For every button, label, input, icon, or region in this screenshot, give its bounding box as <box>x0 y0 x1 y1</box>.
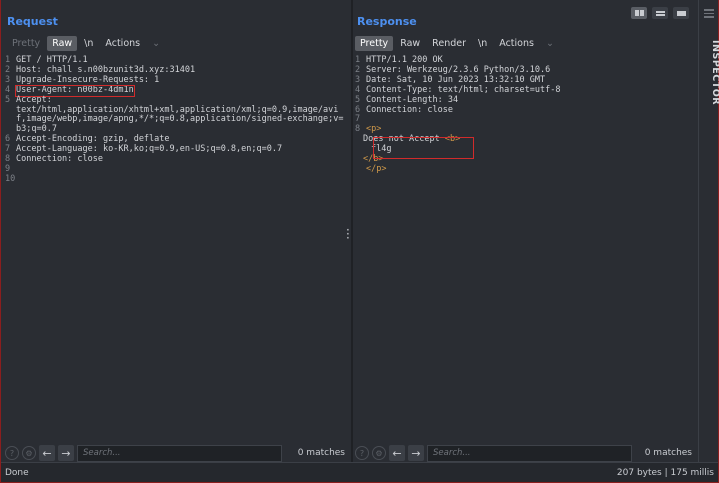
request-pane: Request Pretty Raw \n Actions ⌄ 1 GET / H… <box>1 0 351 462</box>
status-bar: Done 207 bytes | 175 millis <box>1 462 718 482</box>
line-number <box>5 106 16 136</box>
chevron-down-icon[interactable]: ⌄ <box>147 36 165 51</box>
settings-icon[interactable]: ⚙ <box>22 446 36 460</box>
inspector-label: INSPECTOR <box>710 40 719 106</box>
arrow-right-icon[interactable]: → <box>408 445 424 461</box>
layout-single-icon[interactable] <box>673 7 689 19</box>
code-line: 10 <box>5 173 345 185</box>
request-search-input[interactable]: Search... <box>77 444 282 462</box>
status-text: Done <box>5 467 29 478</box>
line-number: 10 <box>5 173 16 184</box>
response-tab-actions[interactable]: Actions <box>494 36 539 51</box>
request-tabs: Pretty Raw \n Actions ⌄ <box>7 36 165 51</box>
help-icon[interactable]: ? <box>5 446 19 460</box>
inspector-sidebar[interactable]: INSPECTOR <box>698 0 719 462</box>
chevron-down-icon[interactable]: ⌄ <box>541 36 559 51</box>
html-tag: </p> <box>366 163 387 174</box>
arrow-right-icon[interactable]: → <box>58 445 74 461</box>
request-tab-newline[interactable]: \n <box>79 36 98 51</box>
layout-toggle-group <box>631 7 689 19</box>
response-tabs: Pretty Raw Render \n Actions ⌄ <box>355 36 559 51</box>
code-text: text/html,application/xhtml+xml,applicat… <box>16 104 344 135</box>
code-line: text/html,application/xhtml+xml,applicat… <box>5 104 345 136</box>
settings-icon[interactable]: ⚙ <box>372 446 386 460</box>
request-matches-count: 0 matches <box>297 448 345 458</box>
code-line: 9 <box>5 164 345 175</box>
response-tab-newline[interactable]: \n <box>473 36 492 51</box>
help-icon[interactable]: ? <box>355 446 369 460</box>
more-options-icon[interactable]: · · · <box>346 224 350 244</box>
code-line: 7 <box>355 115 692 125</box>
request-tab-actions[interactable]: Actions <box>100 36 145 51</box>
code-line: 8 Connection: close <box>5 154 345 165</box>
code-line: </p> <box>355 163 692 175</box>
response-tab-pretty[interactable]: Pretty <box>355 36 394 51</box>
layout-stacked-icon[interactable] <box>652 7 668 19</box>
response-matches-count: 0 matches <box>644 448 692 458</box>
layout-side-by-side-icon[interactable] <box>631 7 647 19</box>
request-title: Request <box>7 15 58 28</box>
response-search-input[interactable]: Search... <box>427 444 632 462</box>
arrow-left-icon[interactable]: ← <box>39 445 55 461</box>
request-editor[interactable]: 1 GET / HTTP/1.1 2 Host: chall s.n00bzunit… <box>5 55 345 185</box>
response-search-bar: ? ⚙ ← → Search... 0 matches <box>353 444 698 462</box>
code-text: Connection: close <box>366 104 453 115</box>
request-tab-pretty[interactable]: Pretty <box>7 36 45 51</box>
menu-icon[interactable] <box>704 9 714 20</box>
response-stats: 207 bytes | 175 millis <box>616 467 714 478</box>
line-number: 5 <box>5 94 11 105</box>
response-tab-render[interactable]: Render <box>427 36 471 51</box>
response-pane: Response Pretty Raw Render \n Actions ⌄ … <box>353 0 698 462</box>
request-tab-raw[interactable]: Raw <box>47 36 78 51</box>
response-highlight-box <box>373 137 474 159</box>
code-line: 6 Connection: close <box>355 104 692 116</box>
code-text: Connection: close <box>16 154 103 165</box>
code-line: 4 User-Agent: n00bz-4dm1n <box>5 84 345 97</box>
request-search-bar: ? ⚙ ← → Search... 0 matches <box>1 444 351 462</box>
arrow-left-icon[interactable]: ← <box>389 445 405 461</box>
response-tab-raw[interactable]: Raw <box>395 36 425 51</box>
response-title: Response <box>357 15 417 28</box>
